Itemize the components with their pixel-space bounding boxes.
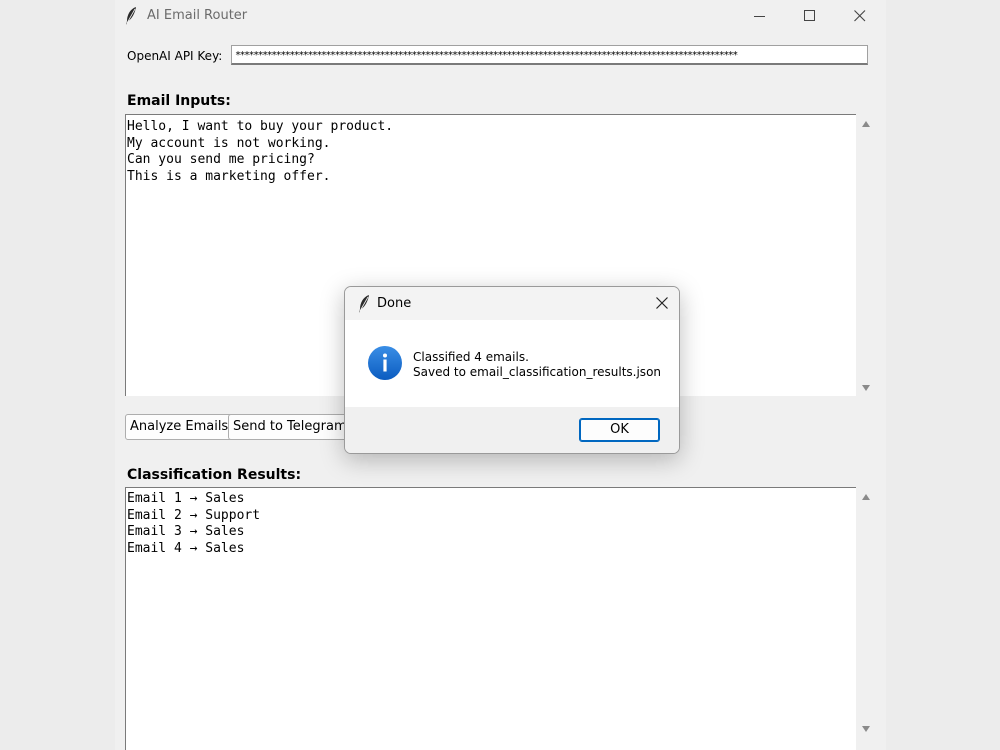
feather-icon xyxy=(126,7,136,25)
email-input-line: Hello, I want to buy your product. xyxy=(127,119,394,134)
ok-button[interactable]: OK xyxy=(579,418,660,442)
results-scrollbar[interactable] xyxy=(857,487,875,750)
email-input-line: My account is not working. xyxy=(127,135,331,151)
dialog-message: Classified 4 emails. Saved to email_clas… xyxy=(413,350,661,380)
api-key-input[interactable]: ****************************************… xyxy=(231,45,868,65)
api-key-label: OpenAI API Key: xyxy=(127,49,223,63)
feather-icon xyxy=(359,295,369,313)
scroll-down-icon[interactable] xyxy=(861,725,871,733)
analyze-emails-button[interactable]: Analyze Emails xyxy=(125,414,234,440)
dialog-title: Done xyxy=(377,296,412,311)
result-line: Email 1 → Sales xyxy=(127,491,245,506)
dialog-message-line: Classified 4 emails. xyxy=(413,350,529,364)
minimize-icon xyxy=(754,16,765,17)
email-input-line: Can you send me pricing? xyxy=(127,152,315,167)
dialog-footer: OK xyxy=(345,407,679,453)
window-title: AI Email Router xyxy=(147,8,248,23)
email-inputs-label: Email Inputs: xyxy=(127,93,231,109)
result-line: Email 2 → Support xyxy=(127,507,261,523)
send-to-telegram-button[interactable]: Send to Telegram xyxy=(228,414,352,440)
close-icon[interactable] xyxy=(653,294,671,312)
email-input-line: This is a marketing offer. xyxy=(127,168,331,184)
result-line: Email 3 → Sales xyxy=(127,524,245,539)
info-icon xyxy=(368,346,402,380)
dialog-message-line: Saved to email_classification_results.js… xyxy=(413,365,662,379)
scroll-down-icon[interactable] xyxy=(861,384,871,392)
scroll-up-icon[interactable] xyxy=(861,120,871,128)
result-line: Email 4 → Sales xyxy=(127,540,245,556)
close-icon xyxy=(854,10,866,22)
email-inputs-scrollbar[interactable] xyxy=(857,114,875,396)
close-button[interactable] xyxy=(837,0,883,32)
dialog-body: Classified 4 emails. Saved to email_clas… xyxy=(345,320,679,407)
maximize-icon xyxy=(804,10,815,21)
title-bar[interactable]: AI Email Router xyxy=(115,0,886,32)
done-dialog: Done Classified 4 emails. Saved to email… xyxy=(344,286,680,454)
classification-results-label: Classification Results: xyxy=(127,467,302,483)
dialog-title-bar[interactable]: Done xyxy=(345,287,679,320)
minimize-button[interactable] xyxy=(737,0,783,32)
classification-results-textarea[interactable]: Email 1 → Sales Email 2 → Support Email … xyxy=(125,487,856,750)
scroll-up-icon[interactable] xyxy=(861,493,871,501)
maximize-button[interactable] xyxy=(787,0,833,32)
